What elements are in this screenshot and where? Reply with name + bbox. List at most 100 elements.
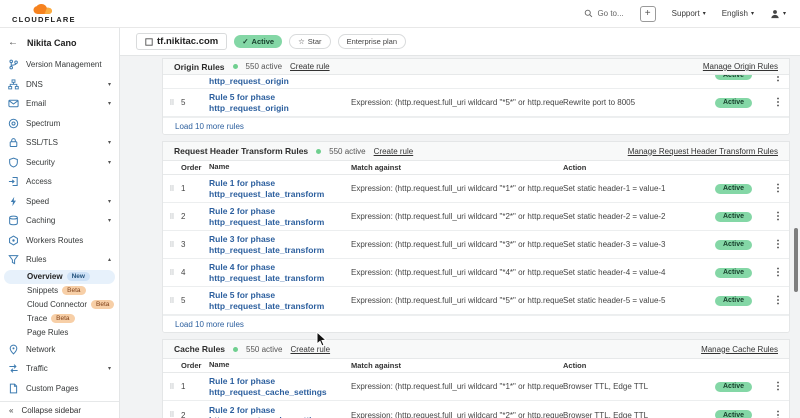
rule-name-link[interactable]: Rule 5 for phase http_request_late_trans… <box>209 290 351 311</box>
table-row: ⠿ 5 Rule 5 for phase http_request_origin… <box>163 89 789 117</box>
load-more-rules-link[interactable]: Load 10 more rules <box>163 117 789 134</box>
add-site-button[interactable]: + <box>640 6 656 22</box>
create-rule-link[interactable]: Create rule <box>374 147 414 156</box>
action-column-header: Action <box>563 361 715 370</box>
rule-action: Set static header-1 = value-1 <box>563 184 715 193</box>
rule-match: Expression: (http.request.full_uri wildc… <box>351 268 563 277</box>
cache-rules-section: Cache Rules 550 active Create rule Manag… <box>162 339 790 418</box>
table-row: ⠿ 1 Rule 1 for phase http_request_late_t… <box>163 175 789 203</box>
kebab-menu-icon[interactable]: ⋮ <box>767 75 789 83</box>
request-header-transform-section: Request Header Transform Rules 550 activ… <box>162 141 790 333</box>
sidebar-subitem-cloud-connector[interactable]: Cloud Connector Beta <box>0 298 119 312</box>
kebab-menu-icon[interactable]: ⋮ <box>767 183 789 194</box>
collapse-sidebar-button[interactable]: « Collapse sidebar <box>0 401 119 418</box>
drag-handle-icon[interactable]: ⠿ <box>163 269 181 277</box>
status-badge: Active <box>715 382 752 392</box>
table-row: ⠿ 2 Rule 2 for phase http_request_late_t… <box>163 203 789 231</box>
rule-name-link[interactable]: Rule 4 for phase http_request_late_trans… <box>209 262 351 283</box>
table-row: ⠿ 5 Rule 5 for phase http_request_late_t… <box>163 287 789 315</box>
star-button[interactable]: ☆ Star <box>289 34 331 49</box>
drag-handle-icon[interactable]: ⠿ <box>163 411 181 418</box>
rule-action: Set static header-2 = value-2 <box>563 212 715 221</box>
subitem-label: Cloud Connector <box>27 300 87 309</box>
sidebar-item-access[interactable]: Access <box>0 172 119 192</box>
sidebar-item-label: Network <box>26 345 55 354</box>
kebab-menu-icon[interactable]: ⋮ <box>767 410 789 418</box>
sidebar-item-caching[interactable]: Caching ▾ <box>0 211 119 231</box>
support-label: Support <box>672 9 700 18</box>
site-icon <box>145 38 153 46</box>
rule-name-link[interactable]: http_request_origin <box>209 75 351 87</box>
kebab-menu-icon[interactable]: ⋮ <box>767 381 789 392</box>
sidebar-subitem-page-rules[interactable]: Page Rules <box>0 326 119 340</box>
zone-status-badge: ✓ Active <box>234 35 282 48</box>
cloudflare-cloud-icon <box>31 4 57 15</box>
table-row: ⠿ 3 Rule 3 for phase http_request_late_t… <box>163 231 789 259</box>
traffic-icon <box>8 363 19 374</box>
drag-handle-icon[interactable]: ⠿ <box>163 185 181 193</box>
rule-order: 1 <box>181 382 209 391</box>
sidebar-item-speed[interactable]: Speed ▾ <box>0 192 119 212</box>
rule-name-line1: Rule 2 for phase <box>209 405 351 416</box>
sidebar-item-label: Workers Routes <box>26 236 83 245</box>
rule-name-link[interactable]: Rule 3 for phase http_request_late_trans… <box>209 234 351 255</box>
sidebar-subitem-overview[interactable]: Overview New <box>4 270 115 284</box>
sidebar-item-network[interactable]: Network <box>0 340 119 360</box>
create-rule-link[interactable]: Create rule <box>290 62 330 71</box>
vertical-scrollbar[interactable] <box>794 228 798 292</box>
sidebar-item-custom-pages[interactable]: Custom Pages <box>0 379 119 399</box>
zone-bar: tf.nikitac.com ✓ Active ☆ Star Enterpris… <box>120 28 800 56</box>
rule-name-line2: http_request_late_transform <box>209 245 351 256</box>
support-menu[interactable]: Support ▾ <box>672 9 706 18</box>
rule-order: 1 <box>181 184 209 193</box>
rule-name-line1: Rule 2 for phase <box>209 206 351 217</box>
load-more-rules-link[interactable]: Load 10 more rules <box>163 315 789 332</box>
sidebar-item-label: Email <box>26 99 46 108</box>
sidebar-item-version-management[interactable]: Version Management <box>0 55 119 75</box>
sidebar-item-ssl-tls[interactable]: SSL/TLS ▾ <box>0 133 119 153</box>
drag-handle-icon[interactable]: ⠿ <box>163 383 181 391</box>
drag-handle-icon[interactable]: ⠿ <box>163 297 181 305</box>
account-menu[interactable]: ▾ <box>770 9 786 19</box>
manage-rht-rules-link[interactable]: Manage Request Header Transform Rules <box>628 147 778 156</box>
sidebar-item-spectrum[interactable]: Spectrum <box>0 114 119 134</box>
sidebar-subitem-trace[interactable]: Trace Beta <box>0 312 119 326</box>
language-menu[interactable]: English ▾ <box>722 9 754 18</box>
sidebar-item-workers-routes[interactable]: Workers Routes <box>0 231 119 251</box>
zone-domain[interactable]: tf.nikitac.com <box>136 33 227 50</box>
account-header[interactable]: ← Nikita Cano <box>0 28 119 55</box>
back-arrow-icon[interactable]: ← <box>8 37 18 48</box>
goto-search[interactable]: Go to... <box>584 9 623 18</box>
sidebar-item-rules[interactable]: Rules ▴ <box>0 250 119 270</box>
active-dot-icon <box>316 149 321 154</box>
lock-icon <box>8 137 19 148</box>
rule-name-link[interactable]: Rule 5 for phase http_request_origin <box>209 92 351 113</box>
sidebar-item-security[interactable]: Security ▾ <box>0 153 119 173</box>
rule-name-link[interactable]: Rule 1 for phase http_request_cache_sett… <box>209 376 351 397</box>
drag-handle-icon[interactable]: ⠿ <box>163 213 181 221</box>
sidebar-item-traffic[interactable]: Traffic ▾ <box>0 359 119 379</box>
rule-name-line2: http_request_late_transform <box>209 273 351 284</box>
rule-match: Expression: (http.request.full_uri wildc… <box>351 411 563 418</box>
kebab-menu-icon[interactable]: ⋮ <box>767 239 789 250</box>
manage-origin-rules-link[interactable]: Manage Origin Rules <box>703 62 778 71</box>
rule-action: Browser TTL, Edge TTL <box>563 411 715 418</box>
sidebar-item-dns[interactable]: DNS ▾ <box>0 75 119 95</box>
kebab-menu-icon[interactable]: ⋮ <box>767 97 789 108</box>
rule-name-link[interactable]: Rule 2 for phase http_request_cache_sett… <box>209 405 351 418</box>
kebab-menu-icon[interactable]: ⋮ <box>767 295 789 306</box>
drag-handle-icon[interactable]: ⠿ <box>163 99 181 107</box>
subitem-label: Trace <box>27 314 47 323</box>
manage-cache-rules-link[interactable]: Manage Cache Rules <box>701 345 778 354</box>
sidebar-subitem-snippets[interactable]: Snippets Beta <box>0 284 119 298</box>
drag-handle-icon[interactable]: ⠿ <box>163 241 181 249</box>
kebab-menu-icon[interactable]: ⋮ <box>767 267 789 278</box>
cloudflare-logo[interactable]: CLOUDFLARE <box>12 4 76 24</box>
create-rule-link[interactable]: Create rule <box>291 345 331 354</box>
rule-order: 4 <box>181 268 209 277</box>
sidebar-item-email[interactable]: Email ▾ <box>0 94 119 114</box>
rule-name-link[interactable]: Rule 2 for phase http_request_late_trans… <box>209 206 351 227</box>
kebab-menu-icon[interactable]: ⋮ <box>767 211 789 222</box>
rule-name-line1: Rule 1 for phase <box>209 178 351 189</box>
rule-name-link[interactable]: Rule 1 for phase http_request_late_trans… <box>209 178 351 199</box>
